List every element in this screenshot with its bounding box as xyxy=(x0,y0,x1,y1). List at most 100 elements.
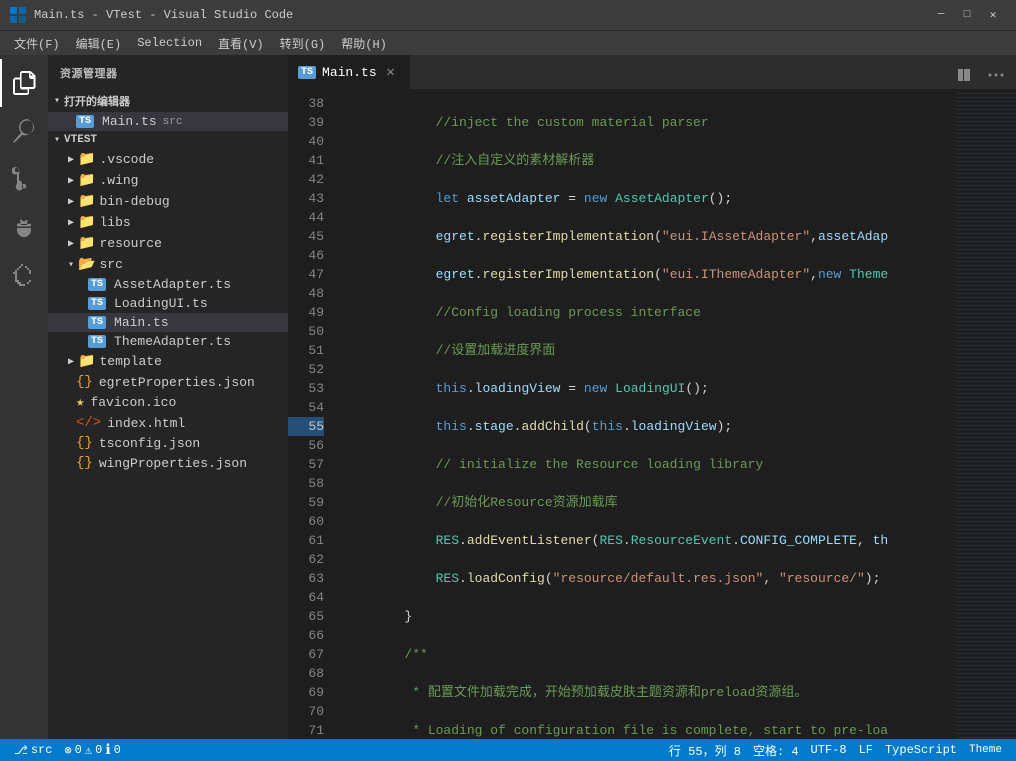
status-bar: ⎇ src ⊗ 0 ⚠ 0 ℹ 0 行 55，列 8 空格: 4 UTF-8 L… xyxy=(0,739,1016,761)
json-icon-egret: {} xyxy=(76,374,93,390)
file-label-wing: wingProperties.json xyxy=(99,456,247,471)
code-line-44: //设置加载进度界面 xyxy=(342,341,956,360)
activity-icon-explorer[interactable] xyxy=(0,59,48,107)
tab-filename: Main.ts xyxy=(322,65,377,80)
folder-arrow-libs: ▶ xyxy=(68,217,74,229)
file-tsconfig[interactable]: {} tsconfig.json xyxy=(48,433,288,453)
info-count: 0 xyxy=(114,743,121,757)
spaces-text: 空格: 4 xyxy=(753,742,799,759)
file-label-favicon: favicon.ico xyxy=(90,395,176,410)
folder-resource[interactable]: ▶ 📁 resource xyxy=(48,233,288,254)
open-editors-arrow: ▾ xyxy=(54,95,60,107)
activity-icon-source-control[interactable] xyxy=(0,155,48,203)
folder-arrow-bin: ▶ xyxy=(68,196,74,208)
status-theme[interactable]: Theme xyxy=(963,744,1008,756)
open-editors-header[interactable]: ▾ 打开的编辑器 xyxy=(48,90,288,112)
file-main-ts[interactable]: TS Main.ts xyxy=(48,313,288,332)
menu-item-help[interactable]: 帮助(H) xyxy=(333,33,395,54)
folder-vscode[interactable]: ▶ 📁 .vscode xyxy=(48,149,288,170)
file-label-loading: LoadingUI.ts xyxy=(114,296,208,311)
file-theme-adapter[interactable]: TS ThemeAdapter.ts xyxy=(48,332,288,351)
folder-arrow-template: ▶ xyxy=(68,356,74,368)
status-encoding[interactable]: UTF-8 xyxy=(805,743,853,757)
folder-bin-debug[interactable]: ▶ 📁 bin-debug xyxy=(48,191,288,212)
file-favicon[interactable]: ★ favicon.ico xyxy=(48,392,288,413)
folder-icon-template: 📁 xyxy=(78,353,95,370)
split-editor-icon[interactable] xyxy=(950,61,978,89)
error-count: 0 xyxy=(75,743,82,757)
folder-label-template: template xyxy=(99,354,161,369)
folder-libs[interactable]: ▶ 📁 libs xyxy=(48,212,288,233)
project-header[interactable]: ▾ VTEST xyxy=(48,131,288,149)
code-line-45: this.loadingView = new LoadingUI(); xyxy=(342,379,956,398)
status-errors[interactable]: ⊗ 0 ⚠ 0 ℹ 0 xyxy=(58,742,126,759)
file-asset-adapter[interactable]: TS AssetAdapter.ts xyxy=(48,275,288,294)
warning-count: 0 xyxy=(95,743,102,757)
code-line-49: RES.addEventListener(RES.ResourceEvent.C… xyxy=(342,531,956,550)
status-spaces[interactable]: 空格: 4 xyxy=(747,742,805,759)
ts-badge-loading: TS xyxy=(88,297,106,310)
minimize-button[interactable]: ─ xyxy=(928,5,954,25)
file-label-tsconfig: tsconfig.json xyxy=(99,436,200,451)
menu-item-view[interactable]: 直看(V) xyxy=(210,33,272,54)
file-wing-props[interactable]: {} wingProperties.json xyxy=(48,453,288,473)
file-label-main: Main.ts xyxy=(114,315,169,330)
code-line-42: egret.registerImplementation("eui.ITheme… xyxy=(342,265,956,284)
open-editors-label: 打开的编辑器 xyxy=(64,93,130,109)
file-loading-ui[interactable]: TS LoadingUI.ts xyxy=(48,294,288,313)
folder-template[interactable]: ▶ 📁 template xyxy=(48,351,288,372)
open-editor-item-main[interactable]: TS Main.ts src xyxy=(48,112,288,131)
editor-area: TS Main.ts ✕ 38 39 40 41 42 xyxy=(288,55,1016,739)
code-line-41: egret.registerImplementation("eui.IAsset… xyxy=(342,227,956,246)
ts-icon: TS xyxy=(76,115,94,128)
maximize-button[interactable]: □ xyxy=(954,5,980,25)
code-line-40: let assetAdapter = new AssetAdapter(); xyxy=(342,189,956,208)
status-position[interactable]: 行 55，列 8 xyxy=(663,742,747,759)
project-label: VTEST xyxy=(64,134,97,146)
title-bar: Main.ts - VTest - Visual Studio Code ─ □… xyxy=(0,0,1016,30)
ts-badge-main: TS xyxy=(88,316,106,329)
folder-label-wing: .wing xyxy=(99,173,138,188)
code-editor[interactable]: 38 39 40 41 42 43 44 45 46 47 48 49 50 5… xyxy=(288,90,1016,739)
menu-item-selection[interactable]: Selection xyxy=(129,34,210,52)
status-line-ending[interactable]: LF xyxy=(853,743,879,757)
close-button[interactable]: ✕ xyxy=(980,5,1006,25)
tab-ts-icon: TS xyxy=(298,66,316,79)
error-icon: ⊗ xyxy=(64,743,71,758)
folder-wing[interactable]: ▶ 📁 .wing xyxy=(48,170,288,191)
sidebar: 资源管理器 ▾ 打开的编辑器 TS Main.ts src ▾ VTEST xyxy=(48,55,288,739)
menu-item-edit[interactable]: 编辑(E) xyxy=(68,33,130,54)
file-index-html[interactable]: </> index.html xyxy=(48,413,288,433)
sidebar-content[interactable]: ▾ 打开的编辑器 TS Main.ts src ▾ VTEST ▶ xyxy=(48,90,288,739)
editor-tab-main[interactable]: TS Main.ts ✕ xyxy=(288,55,410,89)
more-actions-icon[interactable] xyxy=(982,61,1010,89)
status-language[interactable]: TypeScript xyxy=(879,743,963,757)
git-icon: ⎇ xyxy=(14,743,28,758)
folder-label-bin: bin-debug xyxy=(99,194,169,209)
folder-icon-bin: 📁 xyxy=(78,193,95,210)
menu-item-file[interactable]: 文件(F) xyxy=(6,33,68,54)
code-line-46: this.stage.addChild(this.loadingView); xyxy=(342,417,956,436)
activity-icon-debug[interactable] xyxy=(0,203,48,251)
open-editor-path: src xyxy=(163,116,183,128)
activity-icon-search[interactable] xyxy=(0,107,48,155)
status-branch[interactable]: ⎇ src xyxy=(8,743,58,758)
activity-icon-extensions[interactable] xyxy=(0,251,48,299)
code-line-54: * Loading of configuration file is compl… xyxy=(342,721,956,739)
folder-arrow-vscode: ▶ xyxy=(68,154,74,166)
folder-src[interactable]: ▾ 📂 src xyxy=(48,254,288,275)
folder-arrow-resource: ▶ xyxy=(68,238,74,250)
theme-label: Theme xyxy=(969,744,1002,756)
menu-item-goto[interactable]: 转到(G) xyxy=(272,33,334,54)
file-egret-props[interactable]: {} egretProperties.json xyxy=(48,372,288,392)
html-icon: </> xyxy=(76,415,101,431)
app-icon xyxy=(10,7,26,23)
project-section: ▾ VTEST ▶ 📁 .vscode ▶ 📁 .wing ▶ xyxy=(48,131,288,473)
minimap xyxy=(956,90,1016,739)
title-text: Main.ts - VTest - Visual Studio Code xyxy=(34,8,928,22)
tab-close-icon[interactable]: ✕ xyxy=(383,64,399,80)
folder-icon-wing: 📁 xyxy=(78,172,95,189)
line-numbers: 38 39 40 41 42 43 44 45 46 47 48 49 50 5… xyxy=(288,90,334,739)
code-content[interactable]: //inject the custom material parser //注入… xyxy=(334,90,956,739)
branch-name: src xyxy=(31,743,53,757)
